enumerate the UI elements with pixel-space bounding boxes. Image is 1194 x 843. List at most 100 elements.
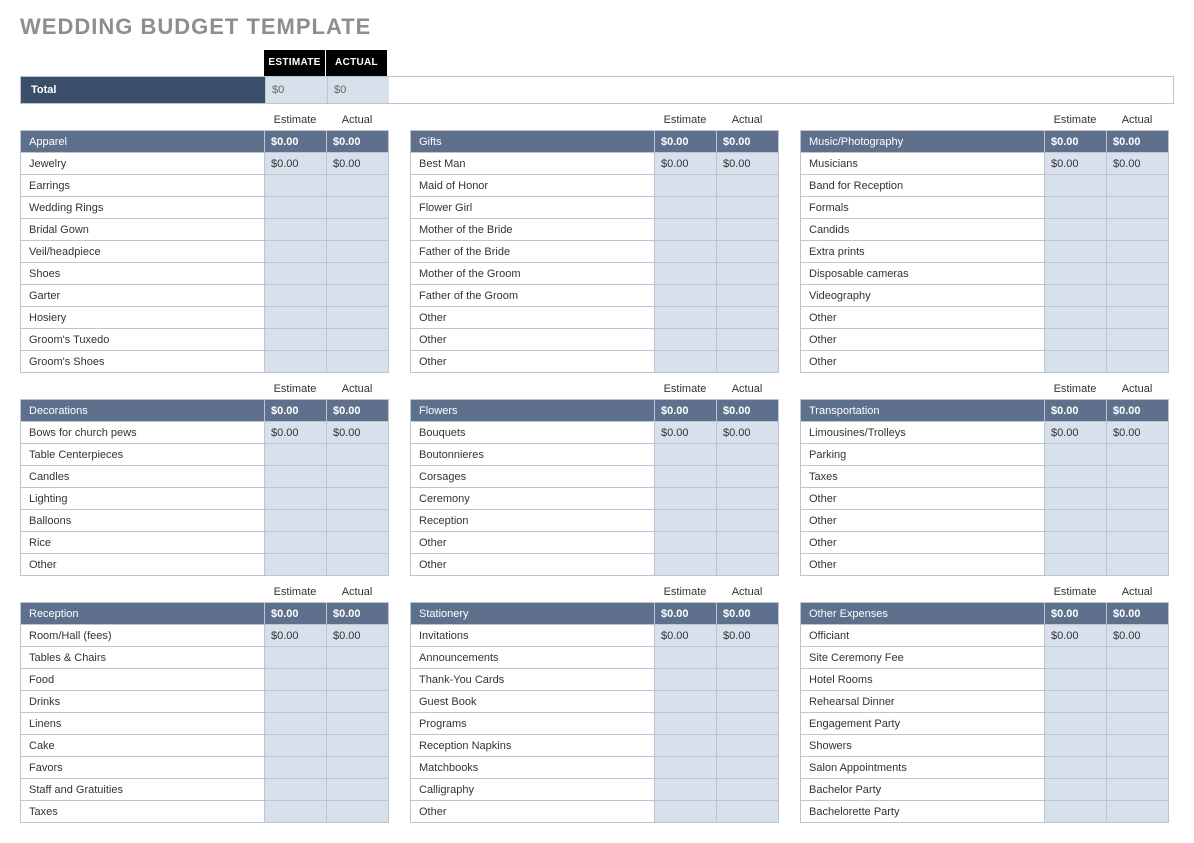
line-item-actual[interactable] (1107, 466, 1169, 488)
line-item-name[interactable]: Other (801, 351, 1045, 373)
line-item-actual[interactable] (1107, 669, 1169, 691)
line-item-estimate[interactable] (655, 241, 717, 263)
line-item-actual[interactable] (327, 329, 389, 351)
line-item-estimate[interactable] (1045, 779, 1107, 801)
line-item-actual[interactable] (1107, 801, 1169, 823)
line-item-name[interactable]: Balloons (21, 510, 265, 532)
line-item-actual[interactable] (1107, 488, 1169, 510)
line-item-actual[interactable] (717, 175, 779, 197)
line-item-estimate[interactable] (265, 757, 327, 779)
line-item-estimate[interactable] (655, 713, 717, 735)
line-item-actual[interactable] (327, 444, 389, 466)
line-item-name[interactable]: Rice (21, 532, 265, 554)
line-item-name[interactable]: Hotel Rooms (801, 669, 1045, 691)
line-item-actual[interactable] (327, 669, 389, 691)
line-item-estimate[interactable] (1045, 554, 1107, 576)
line-item-actual[interactable] (717, 219, 779, 241)
line-item-estimate[interactable] (655, 735, 717, 757)
line-item-name[interactable]: Calligraphy (411, 779, 655, 801)
line-item-name[interactable]: Flower Girl (411, 197, 655, 219)
line-item-actual[interactable] (717, 197, 779, 219)
line-item-name[interactable]: Bachelor Party (801, 779, 1045, 801)
line-item-estimate[interactable] (655, 669, 717, 691)
line-item-estimate[interactable] (655, 691, 717, 713)
line-item-estimate[interactable] (1045, 241, 1107, 263)
line-item-actual[interactable] (327, 801, 389, 823)
line-item-estimate[interactable] (1045, 669, 1107, 691)
line-item-name[interactable]: Best Man (411, 153, 655, 175)
line-item-actual[interactable] (1107, 197, 1169, 219)
line-item-estimate[interactable] (655, 801, 717, 823)
line-item-estimate[interactable] (265, 329, 327, 351)
line-item-actual[interactable] (717, 691, 779, 713)
line-item-estimate[interactable] (265, 801, 327, 823)
line-item-actual[interactable] (717, 554, 779, 576)
line-item-actual[interactable] (327, 197, 389, 219)
line-item-name[interactable]: Favors (21, 757, 265, 779)
line-item-name[interactable]: Jewelry (21, 153, 265, 175)
line-item-actual[interactable] (1107, 241, 1169, 263)
line-item-name[interactable]: Showers (801, 735, 1045, 757)
line-item-name[interactable]: Bows for church pews (21, 422, 265, 444)
line-item-name[interactable]: Wedding Rings (21, 197, 265, 219)
line-item-estimate[interactable] (265, 669, 327, 691)
line-item-estimate[interactable] (655, 647, 717, 669)
line-item-estimate[interactable] (1045, 466, 1107, 488)
line-item-estimate[interactable] (655, 444, 717, 466)
line-item-name[interactable]: Mother of the Bride (411, 219, 655, 241)
line-item-name[interactable]: Shoes (21, 263, 265, 285)
line-item-name[interactable]: Bridal Gown (21, 219, 265, 241)
line-item-name[interactable]: Drinks (21, 691, 265, 713)
line-item-estimate[interactable] (265, 351, 327, 373)
line-item-name[interactable]: Father of the Groom (411, 285, 655, 307)
line-item-name[interactable]: Other (411, 307, 655, 329)
line-item-actual[interactable] (717, 532, 779, 554)
line-item-estimate[interactable] (655, 307, 717, 329)
line-item-actual[interactable] (1107, 175, 1169, 197)
line-item-name[interactable]: Formals (801, 197, 1045, 219)
line-item-name[interactable]: Reception Napkins (411, 735, 655, 757)
line-item-actual[interactable] (717, 263, 779, 285)
summary-total-estimate[interactable]: $0 (265, 77, 327, 103)
line-item-estimate[interactable] (265, 735, 327, 757)
line-item-actual[interactable] (717, 351, 779, 373)
line-item-name[interactable]: Reception (411, 510, 655, 532)
line-item-name[interactable]: Salon Appointments (801, 757, 1045, 779)
line-item-actual[interactable] (1107, 444, 1169, 466)
line-item-actual[interactable] (327, 757, 389, 779)
line-item-estimate[interactable] (265, 263, 327, 285)
line-item-actual[interactable] (327, 263, 389, 285)
line-item-actual[interactable]: $0.00 (717, 625, 779, 647)
line-item-actual[interactable] (1107, 219, 1169, 241)
line-item-actual[interactable] (717, 669, 779, 691)
line-item-name[interactable]: Bouquets (411, 422, 655, 444)
line-item-estimate[interactable] (265, 285, 327, 307)
line-item-estimate[interactable] (265, 466, 327, 488)
line-item-actual[interactable] (327, 241, 389, 263)
line-item-name[interactable]: Other (411, 801, 655, 823)
line-item-name[interactable]: Other (21, 554, 265, 576)
line-item-name[interactable]: Food (21, 669, 265, 691)
line-item-estimate[interactable] (1045, 488, 1107, 510)
line-item-estimate[interactable] (265, 197, 327, 219)
line-item-actual[interactable] (1107, 691, 1169, 713)
line-item-estimate[interactable] (265, 307, 327, 329)
line-item-estimate[interactable] (655, 351, 717, 373)
line-item-name[interactable]: Disposable cameras (801, 263, 1045, 285)
summary-total-actual[interactable]: $0 (327, 77, 389, 103)
line-item-actual[interactable] (327, 510, 389, 532)
line-item-name[interactable]: Veil/headpiece (21, 241, 265, 263)
line-item-name[interactable]: Earrings (21, 175, 265, 197)
line-item-estimate[interactable] (1045, 197, 1107, 219)
line-item-actual[interactable] (1107, 554, 1169, 576)
line-item-estimate[interactable] (265, 532, 327, 554)
line-item-actual[interactable] (327, 647, 389, 669)
line-item-name[interactable]: Other (801, 329, 1045, 351)
line-item-actual[interactable] (1107, 779, 1169, 801)
line-item-name[interactable]: Corsages (411, 466, 655, 488)
line-item-estimate[interactable] (265, 219, 327, 241)
line-item-estimate[interactable]: $0.00 (1045, 625, 1107, 647)
line-item-estimate[interactable] (1045, 691, 1107, 713)
line-item-estimate[interactable] (655, 488, 717, 510)
line-item-estimate[interactable] (1045, 647, 1107, 669)
